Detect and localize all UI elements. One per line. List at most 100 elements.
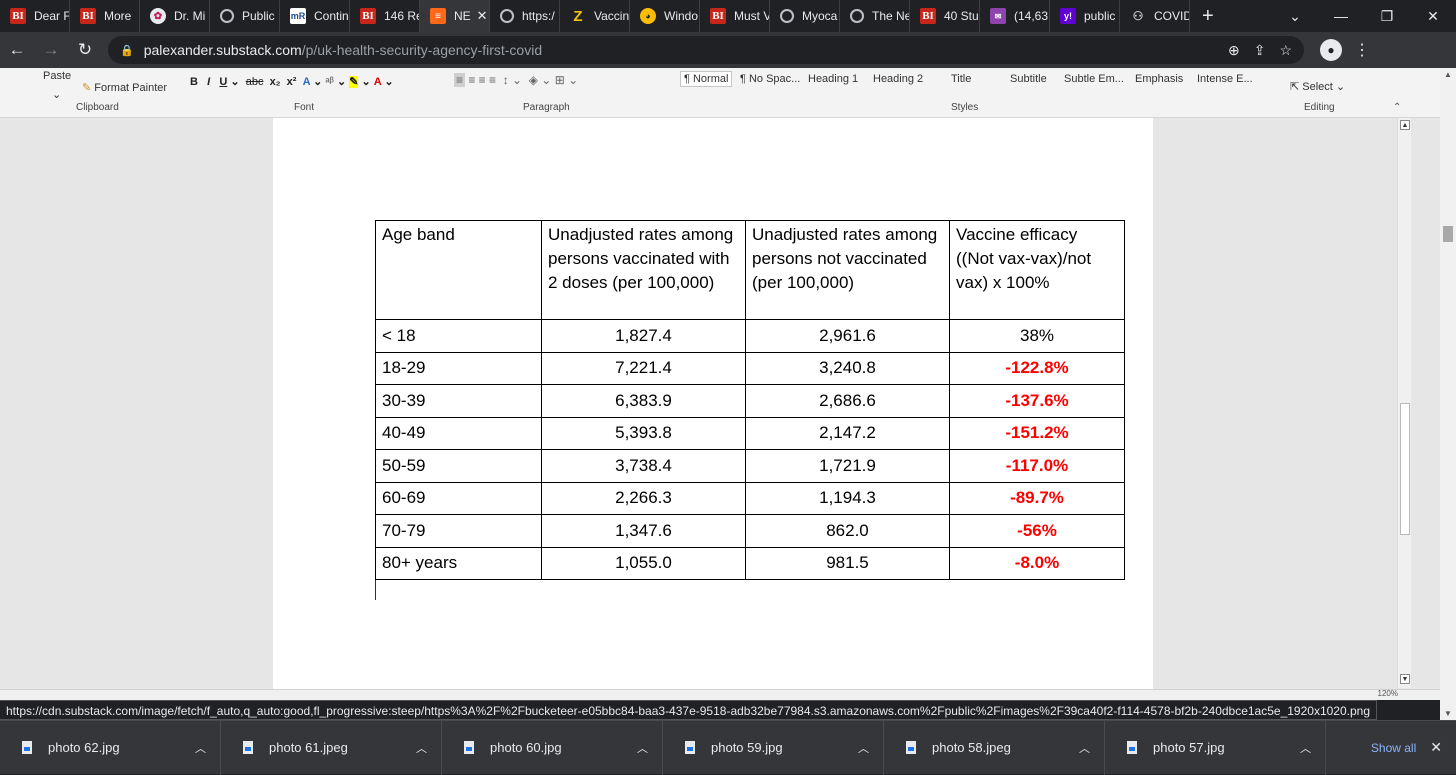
style-item: Subtitle — [1010, 73, 1047, 85]
bookmark-star-icon[interactable]: ☆ — [1279, 42, 1292, 59]
download-item[interactable]: photo 62.jpg ︿ — [0, 720, 221, 775]
browser-tab[interactable]: ≡ NE ✕ — [420, 0, 490, 32]
age-band-cell: < 18 — [375, 319, 542, 353]
browser-tab[interactable]: ✉ (14,63 — [980, 0, 1050, 32]
table-row: 80+ years 1,055.0 981.5 -8.0% — [375, 546, 1125, 580]
download-list: photo 62.jpg ︿ photo 61.jpeg ︿ photo 60.jpg ︿… — [0, 720, 1326, 775]
minimize-button[interactable]: — — [1318, 8, 1364, 25]
address-bar[interactable]: 🔒 palexander.substack.com/p/uk-health-se… — [108, 36, 1304, 64]
unvaccinated-rate-cell: 3,240.8 — [745, 351, 950, 385]
group-clipboard: Clipboard — [76, 102, 119, 113]
tab-list: BI Dear F BI More ✿ Dr. Mi Public mR Contin BI 146… — [0, 0, 1190, 32]
browser-tab[interactable]: BI 146 Re — [350, 0, 420, 32]
browser-tab[interactable]: BI More — [70, 0, 140, 32]
tab-title: Contin — [314, 9, 349, 23]
word-status-bar: 120% — [0, 689, 1440, 700]
scroll-up-icon[interactable]: ▲ — [1444, 70, 1452, 79]
window-controls: ⌄ — ❐ ✕ — [1272, 8, 1456, 25]
age-band-cell: 60-69 — [375, 481, 542, 515]
tab-title: https:/ — [522, 9, 555, 23]
scroll-down-icon[interactable]: ▼ — [1444, 709, 1452, 718]
browser-tab[interactable]: ⚇ COVID — [1120, 0, 1190, 32]
browser-tab[interactable]: Public — [210, 0, 280, 32]
kebab-menu-icon[interactable]: ⋮ — [1354, 40, 1370, 60]
globe-icon — [850, 9, 864, 23]
chevron-up-icon[interactable]: ︿ — [195, 740, 206, 756]
image-file-icon — [906, 741, 916, 754]
tab-title: Dr. Mi — [174, 9, 206, 23]
tab-search-icon[interactable]: ⌄ — [1272, 8, 1318, 25]
age-band-cell: 70-79 — [375, 514, 542, 548]
share-icon[interactable]: ⇪ — [1254, 42, 1266, 59]
browser-tab[interactable]: BI Dear F — [0, 0, 70, 32]
tab-title: Dear F — [34, 9, 70, 23]
browser-tab[interactable]: Z Vaccin — [560, 0, 630, 32]
browser-tab[interactable]: BI 40 Stu — [910, 0, 980, 32]
browser-tab[interactable]: y! public — [1050, 0, 1120, 32]
efficacy-cell: -151.2% — [949, 416, 1125, 450]
chevron-up-icon[interactable]: ︿ — [1079, 740, 1090, 756]
style-item: Emphasis — [1135, 73, 1184, 85]
chevron-up-icon[interactable]: ︿ — [858, 740, 869, 756]
chevron-up-icon[interactable]: ︿ — [416, 740, 427, 756]
forward-button[interactable]: → — [34, 40, 68, 60]
browser-tab[interactable]: The Ne — [840, 0, 910, 32]
table-header-row: Age band Unadjusted rates among persons … — [375, 220, 1125, 320]
download-filename: photo 57.jpg — [1153, 740, 1225, 755]
download-item[interactable]: photo 59.jpg ︿ — [663, 720, 884, 775]
word-vertical-scrollbar: ▲ ▼ — [1397, 118, 1411, 688]
show-all-downloads-link[interactable]: Show all — [1371, 741, 1416, 755]
page-scroll-thumb[interactable] — [1443, 226, 1453, 242]
select-label: Select — [1302, 81, 1333, 93]
restore-button[interactable]: ❐ — [1364, 8, 1410, 25]
download-item[interactable]: photo 61.jpeg ︿ — [221, 720, 442, 775]
page-scrollbar[interactable]: ▲ ▼ — [1440, 68, 1456, 720]
zoom-level: 120% — [1377, 689, 1398, 698]
browser-tab[interactable]: ✿ Dr. Mi — [140, 0, 210, 32]
zoom-icon[interactable]: ⊕ — [1228, 42, 1240, 59]
lock-icon[interactable]: 🔒 — [120, 44, 134, 57]
vaccinated-rate-cell: 2,266.3 — [541, 481, 746, 515]
style-item: Heading 1 — [808, 73, 859, 85]
image-file-icon — [1127, 741, 1137, 754]
chevron-up-icon[interactable]: ︿ — [637, 740, 648, 756]
browser-tab[interactable]: BI Must V — [700, 0, 770, 32]
tab-title: 146 Re — [384, 9, 420, 23]
vaccinated-rate-cell: 1,055.0 — [541, 546, 746, 580]
new-tab-button[interactable]: + — [1190, 5, 1226, 28]
download-item[interactable]: photo 58.jpeg ︿ — [884, 720, 1105, 775]
format-painter-button: ✎ Format Painter — [82, 81, 167, 94]
back-button[interactable]: ← — [0, 40, 34, 60]
z-icon: Z — [573, 7, 583, 25]
format-painter-label: Format Painter — [94, 82, 168, 94]
close-tab-icon[interactable]: ✕ — [477, 8, 488, 24]
browser-tab[interactable]: Myoca — [770, 0, 840, 32]
document-page: Age band Unadjusted rates among persons … — [273, 118, 1153, 700]
download-item[interactable]: photo 57.jpg ︿ — [1105, 720, 1326, 775]
download-filename: photo 62.jpg — [48, 740, 120, 755]
tab-title: NE — [454, 9, 471, 23]
download-item[interactable]: photo 60.jpg ︿ — [442, 720, 663, 775]
vaccinated-rate-cell: 3,738.4 — [541, 449, 746, 483]
reload-button[interactable]: ↻ — [68, 40, 102, 60]
unvaccinated-rate-cell: 981.5 — [745, 546, 950, 580]
url-path: /p/uk-health-security-agency-first-covid — [301, 42, 543, 58]
browser-tab[interactable]: ◕ Windo — [630, 0, 700, 32]
efficacy-cell: -122.8% — [949, 351, 1125, 385]
download-filename: photo 61.jpeg — [269, 740, 348, 755]
browser-tab[interactable]: https:/ — [490, 0, 560, 32]
brush-icon: ✎ — [82, 82, 92, 94]
image-file-icon — [22, 741, 32, 754]
efficacy-cell: -89.7% — [949, 481, 1125, 515]
tab-title: Public — [242, 9, 275, 23]
tab-title: Vaccin — [594, 9, 630, 23]
browser-tab[interactable]: mR Contin — [280, 0, 350, 32]
bi-icon: BI — [10, 8, 26, 24]
image-file-icon — [685, 741, 695, 754]
paste-button: Paste — [43, 70, 72, 82]
close-window-button[interactable]: ✕ — [1410, 8, 1456, 25]
group-styles: Styles — [951, 102, 979, 113]
chevron-up-icon[interactable]: ︿ — [1300, 740, 1311, 756]
close-download-shelf-icon[interactable]: ✕ — [1430, 739, 1442, 756]
profile-avatar[interactable]: ● — [1320, 39, 1342, 61]
